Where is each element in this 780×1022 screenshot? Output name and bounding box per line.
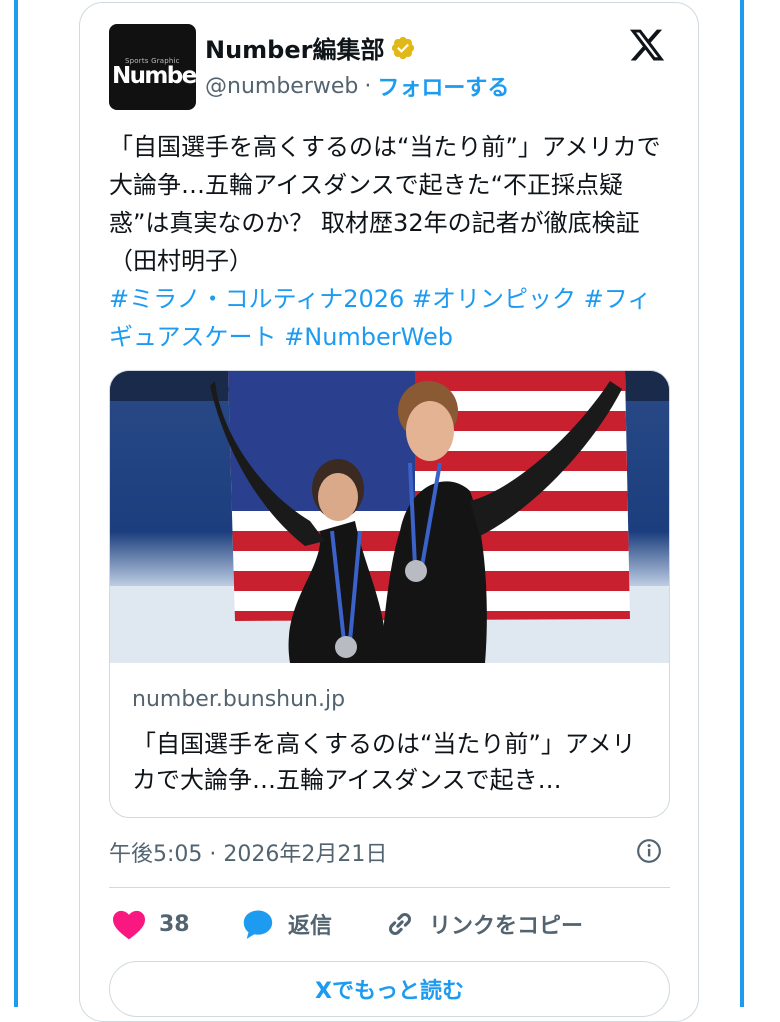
- info-icon[interactable]: [636, 838, 662, 864]
- link-title: 「自国選手を高くするのは“当たり前”」アメリカで大論争…五輪アイスダンスで起き…: [132, 730, 636, 794]
- heart-icon: [113, 910, 145, 940]
- article-photo[interactable]: [110, 371, 670, 663]
- tweet-body: 「自国選手を高くするのは“当たり前”」アメリカで大論争…五輪アイスダンスで起きた…: [109, 133, 661, 275]
- author-handle-row: @numberweb · フォローする: [205, 70, 509, 102]
- avatar[interactable]: Sports Graphic Number: [109, 24, 196, 110]
- x-logo-icon[interactable]: [626, 26, 668, 64]
- link-domain: number.bunshun.jp: [132, 687, 346, 712]
- verified-badge-icon: [392, 36, 415, 59]
- separator-dot: ·: [364, 73, 372, 99]
- embed-frame-left-border: [14, 0, 18, 1007]
- tweet-text: 「自国選手を高くするのは“当たり前”」アメリカで大論争…五輪アイスダンスで起きた…: [109, 128, 669, 356]
- copy-link-button[interactable]: リンクをコピー: [383, 902, 583, 946]
- author-name-row[interactable]: Number編集部: [205, 30, 416, 65]
- action-bar: 38 返信 リンクをコピー: [109, 902, 670, 946]
- author-display-name[interactable]: Number編集部: [205, 30, 384, 65]
- reply-button[interactable]: 返信: [240, 902, 332, 946]
- reply-label: 返信: [288, 914, 333, 939]
- embed-frame-right-border: [740, 0, 744, 1007]
- divider: [109, 887, 670, 888]
- copy-link-label: リンクをコピー: [429, 914, 584, 939]
- link-icon: [388, 912, 412, 936]
- like-button[interactable]: 38: [111, 902, 190, 946]
- author-handle[interactable]: @numberweb: [205, 74, 358, 99]
- like-count: 38: [159, 911, 190, 937]
- link-preview-card[interactable]: number.bunshun.jp 「自国選手を高くするのは“当たり前”」アメリ…: [109, 370, 670, 818]
- tweet-timestamp[interactable]: 午後5:05 · 2026年2月21日: [109, 836, 387, 868]
- read-more-button[interactable]: Xでもっと読む: [109, 961, 670, 1017]
- reply-bubble-icon: [243, 910, 273, 939]
- follow-button[interactable]: フォローする: [377, 70, 509, 102]
- avatar-logo-text: Number: [112, 63, 196, 89]
- tweet-hashtags[interactable]: #ミラノ・コルティナ2026 #オリンピック #フィギュアスケート #Numbe…: [109, 285, 651, 351]
